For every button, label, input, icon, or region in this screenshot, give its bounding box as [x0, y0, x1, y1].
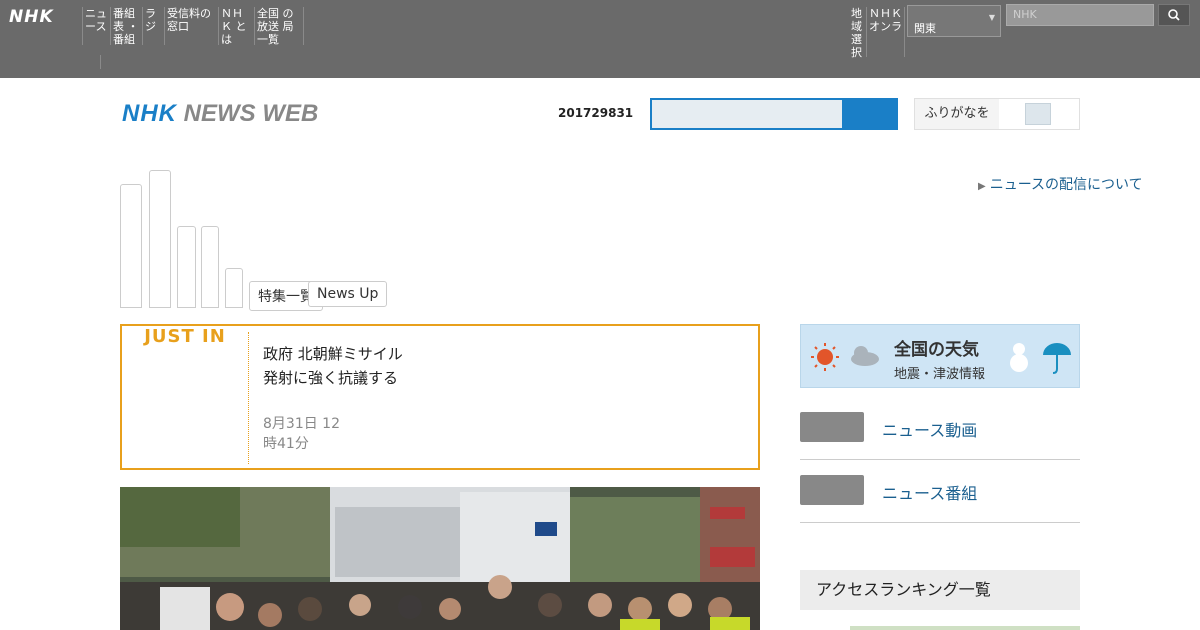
distribution-info-link[interactable]: ▶ ニュースの配信について [978, 174, 1143, 194]
toggle-knob[interactable] [1025, 103, 1051, 125]
nhk-logo[interactable]: NHK [9, 7, 54, 27]
category-tab[interactable] [149, 170, 171, 308]
programs-thumbnail [800, 475, 864, 505]
triangle-right-icon: ▶ [978, 181, 986, 192]
video-thumbnail [800, 412, 864, 442]
category-tab[interactable] [201, 226, 219, 308]
chevron-down-icon: ▼ [988, 13, 995, 22]
service-label: ニュース番組 [882, 484, 978, 503]
ranking-heading[interactable]: アクセスランキング一覧 [800, 570, 1080, 610]
service-link-video[interactable]: ニュース動画 [800, 412, 1080, 460]
ranking-thumbnail[interactable] [850, 626, 1080, 630]
global-search-input[interactable]: NHK [1006, 4, 1154, 26]
global-nav: ニュ ース 番組表 ・番組 ラジ 受信料の 窓口 ＮＨＫ とは 全国 の放送 局… [82, 7, 304, 69]
global-nav-item[interactable]: 受信料の 窓口 [164, 7, 218, 45]
global-nav-item[interactable]: ラジ [142, 7, 164, 45]
headline-line: 発射に強く抗議する [263, 369, 399, 387]
just-in-headline[interactable]: 政府 北朝鮮ミサイル 発射に強く抗議する [263, 342, 403, 390]
site-search-button[interactable] [842, 98, 898, 130]
just-in-timestamp: 8月31日 12 時41分 [263, 414, 340, 454]
furigana-toggle-label: ふりがなを [924, 106, 990, 121]
timestamp-line: 時41分 [263, 436, 309, 452]
just-in-tag: JUST IN [144, 326, 226, 347]
timestamp-line: 8月31日 12 [263, 416, 340, 432]
global-nav-right: 地域 選択 ＮＨＫ オンラ [849, 7, 905, 59]
snow-umbrella-icons [1010, 343, 1071, 374]
global-nav-item[interactable]: 全国 の放送 局一覧 [254, 7, 304, 46]
global-nav-item[interactable]: ＮＨＫ とは [218, 7, 254, 46]
region-select-value: 関東 [914, 22, 936, 35]
just-in-box[interactable]: JUST IN 政府 北朝鮮ミサイル 発射に強く抗議する 8月31日 12 時4… [120, 324, 760, 470]
furigana-toggle[interactable]: ふりがなを [914, 98, 1080, 130]
top-story-photo[interactable] [120, 487, 760, 630]
date-code: 201729831 [558, 106, 634, 120]
site-search-input[interactable] [650, 98, 842, 130]
category-tab[interactable] [225, 268, 243, 308]
nav-divider [100, 55, 101, 69]
search-icon [1168, 9, 1180, 21]
weather-icons [811, 343, 879, 371]
distribution-info-label: ニュースの配信について [989, 177, 1143, 193]
dotted-divider [248, 332, 249, 464]
headline-line: 政府 北朝鮮ミサイル [263, 345, 403, 363]
global-nav-bar: NHK ニュ ース 番組表 ・番組 ラジ 受信料の 窓口 ＮＨＫ とは 全国 の… [0, 0, 1200, 78]
brand-nhk: NHK [122, 100, 177, 127]
weather-subtitle: 地震・津波情報 [894, 367, 986, 382]
weather-banner[interactable]: 全国の天気 地震・津波情報 [800, 324, 1080, 388]
global-nav-item[interactable]: 番組表 ・番組 [110, 7, 142, 46]
brand-news-web: NEWS WEB [183, 100, 319, 127]
online-nav-item[interactable]: ＮＨＫ オンラ [867, 7, 905, 57]
region-select[interactable]: 関東 ▼ [907, 5, 1001, 37]
category-tab[interactable] [120, 184, 142, 308]
region-nav-item[interactable]: 地域 選択 [849, 7, 867, 59]
weather-title: 全国の天気 [894, 340, 979, 360]
category-tab[interactable] [177, 226, 196, 308]
tab-news-up[interactable]: News Up [308, 281, 388, 307]
service-label: ニュース動画 [882, 421, 978, 440]
service-link-programs[interactable]: ニュース番組 [800, 475, 1080, 523]
crowd-photo-image [120, 487, 760, 630]
global-nav-item[interactable]: ニュ ース [82, 7, 110, 45]
global-search-button[interactable] [1158, 4, 1190, 26]
news-web-logo[interactable]: NHK NEWS WEB [122, 100, 318, 128]
